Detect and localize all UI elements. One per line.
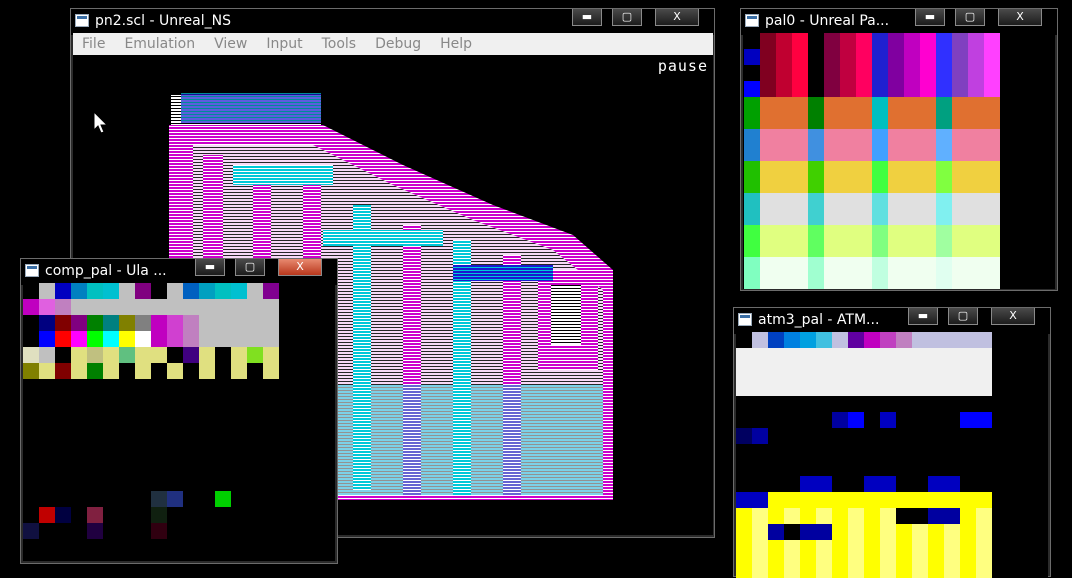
- main-window-title: pn2.scl - Unreal_NS: [95, 13, 231, 29]
- close-button[interactable]: X: [655, 9, 699, 26]
- comp-pal-client: [23, 283, 335, 561]
- comp-pal-title: comp_pal - Ula ...: [45, 263, 167, 279]
- maximize-button[interactable]: ▢: [955, 9, 985, 26]
- app-icon: [738, 313, 752, 326]
- atm3-pal-client: [736, 332, 1048, 578]
- minimize-button[interactable]: ▬: [195, 259, 225, 276]
- minimize-button[interactable]: ▬: [915, 9, 945, 26]
- maximize-button[interactable]: ▢: [948, 308, 978, 325]
- minimize-button[interactable]: ▬: [572, 9, 602, 26]
- menu-file[interactable]: File: [73, 36, 115, 52]
- app-icon: [25, 264, 39, 277]
- minimize-button[interactable]: ▬: [908, 308, 938, 325]
- palette-grid: [744, 33, 1000, 289]
- pal0-window: pal0 - Unreal Pa... ▬ ▢ X: [740, 8, 1058, 291]
- palette-grid: [736, 332, 992, 578]
- pal0-title: pal0 - Unreal Pa...: [765, 13, 890, 29]
- atm3-pal-title: atm3_pal - ATM...: [758, 312, 880, 328]
- menu-emulation[interactable]: Emulation: [115, 36, 205, 52]
- palette-grid: [23, 283, 279, 539]
- menu-bar: File Emulation View Input Tools Debug He…: [73, 33, 713, 55]
- comp-pal-window: comp_pal - Ula ... ▬ ▢ X: [20, 258, 338, 564]
- menu-debug[interactable]: Debug: [366, 36, 431, 52]
- maximize-button[interactable]: ▢: [235, 259, 265, 276]
- close-button[interactable]: X: [278, 259, 322, 276]
- menu-tools[interactable]: Tools: [313, 36, 367, 52]
- atm3-pal-window: atm3_pal - ATM... ▬ ▢ X: [733, 307, 1051, 578]
- close-button[interactable]: X: [991, 308, 1035, 325]
- menu-view[interactable]: View: [205, 36, 257, 52]
- close-button[interactable]: X: [998, 9, 1042, 26]
- pal0-client: [743, 33, 1055, 289]
- menu-input[interactable]: Input: [257, 36, 312, 52]
- maximize-button[interactable]: ▢: [612, 9, 642, 26]
- app-icon: [745, 14, 759, 27]
- app-icon: [75, 14, 89, 27]
- menu-help[interactable]: Help: [431, 36, 482, 52]
